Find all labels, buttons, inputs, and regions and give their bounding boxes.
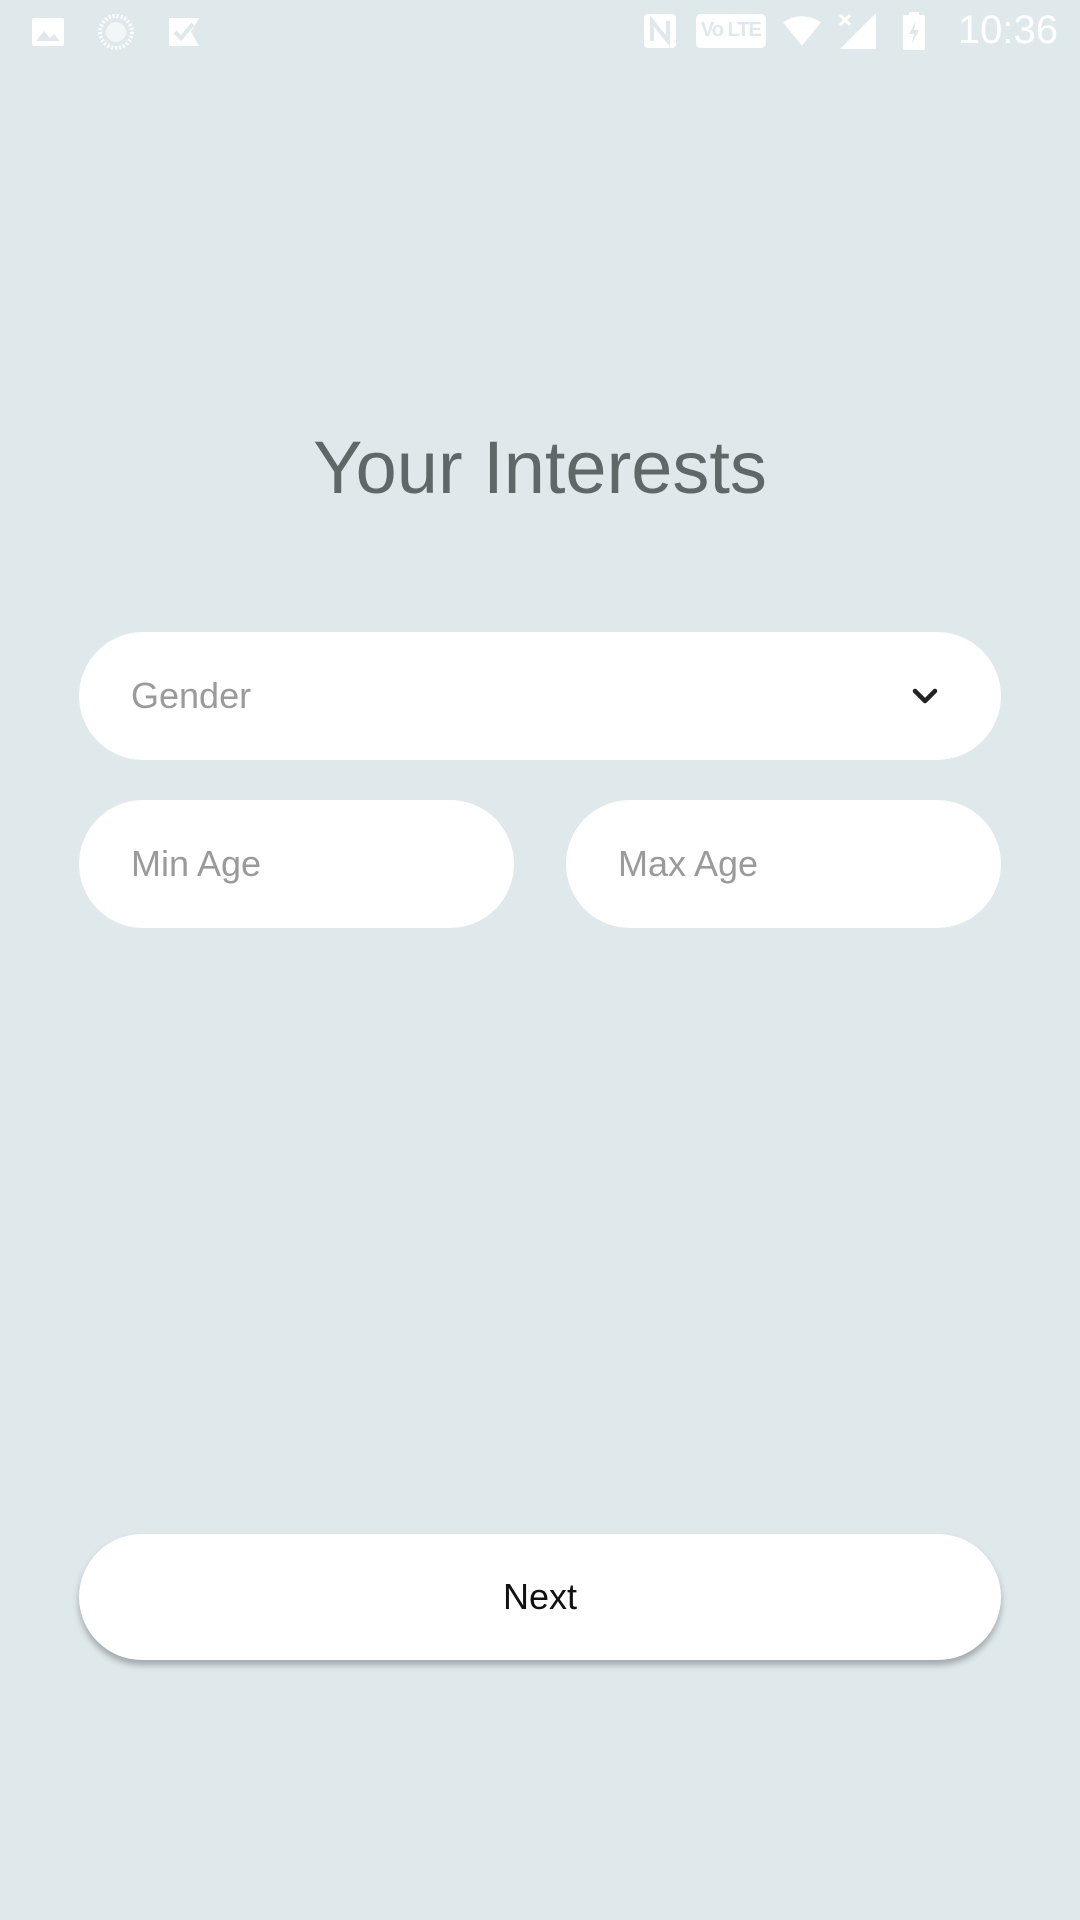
- gender-select[interactable]: Gender: [79, 632, 1001, 760]
- page-title: Your Interests: [313, 426, 767, 509]
- chevron-down-icon: [909, 680, 941, 712]
- max-age-placeholder: Max Age: [618, 843, 759, 884]
- battery-icon: [894, 11, 934, 51]
- status-bar: Vo LTE 10:36: [0, 0, 1080, 64]
- sync-icon: [96, 12, 136, 52]
- volte-icon: Vo LTE: [695, 13, 766, 48]
- next-button[interactable]: Next: [79, 1534, 1001, 1660]
- gender-placeholder: Gender: [131, 675, 252, 716]
- max-age-input[interactable]: Max Age: [566, 800, 1001, 928]
- gallery-icon: [28, 12, 68, 52]
- min-age-input[interactable]: Min Age: [79, 800, 514, 928]
- status-system: Vo LTE 10:36: [640, 8, 1058, 53]
- wifi-icon: [782, 11, 822, 51]
- status-time: 10:36: [957, 8, 1058, 52]
- signal-icon: [838, 11, 878, 51]
- min-age-placeholder: Min Age: [131, 843, 262, 884]
- tasks-icon: [164, 12, 204, 52]
- status-notifications: [28, 12, 204, 52]
- nfc-icon: [640, 11, 680, 51]
